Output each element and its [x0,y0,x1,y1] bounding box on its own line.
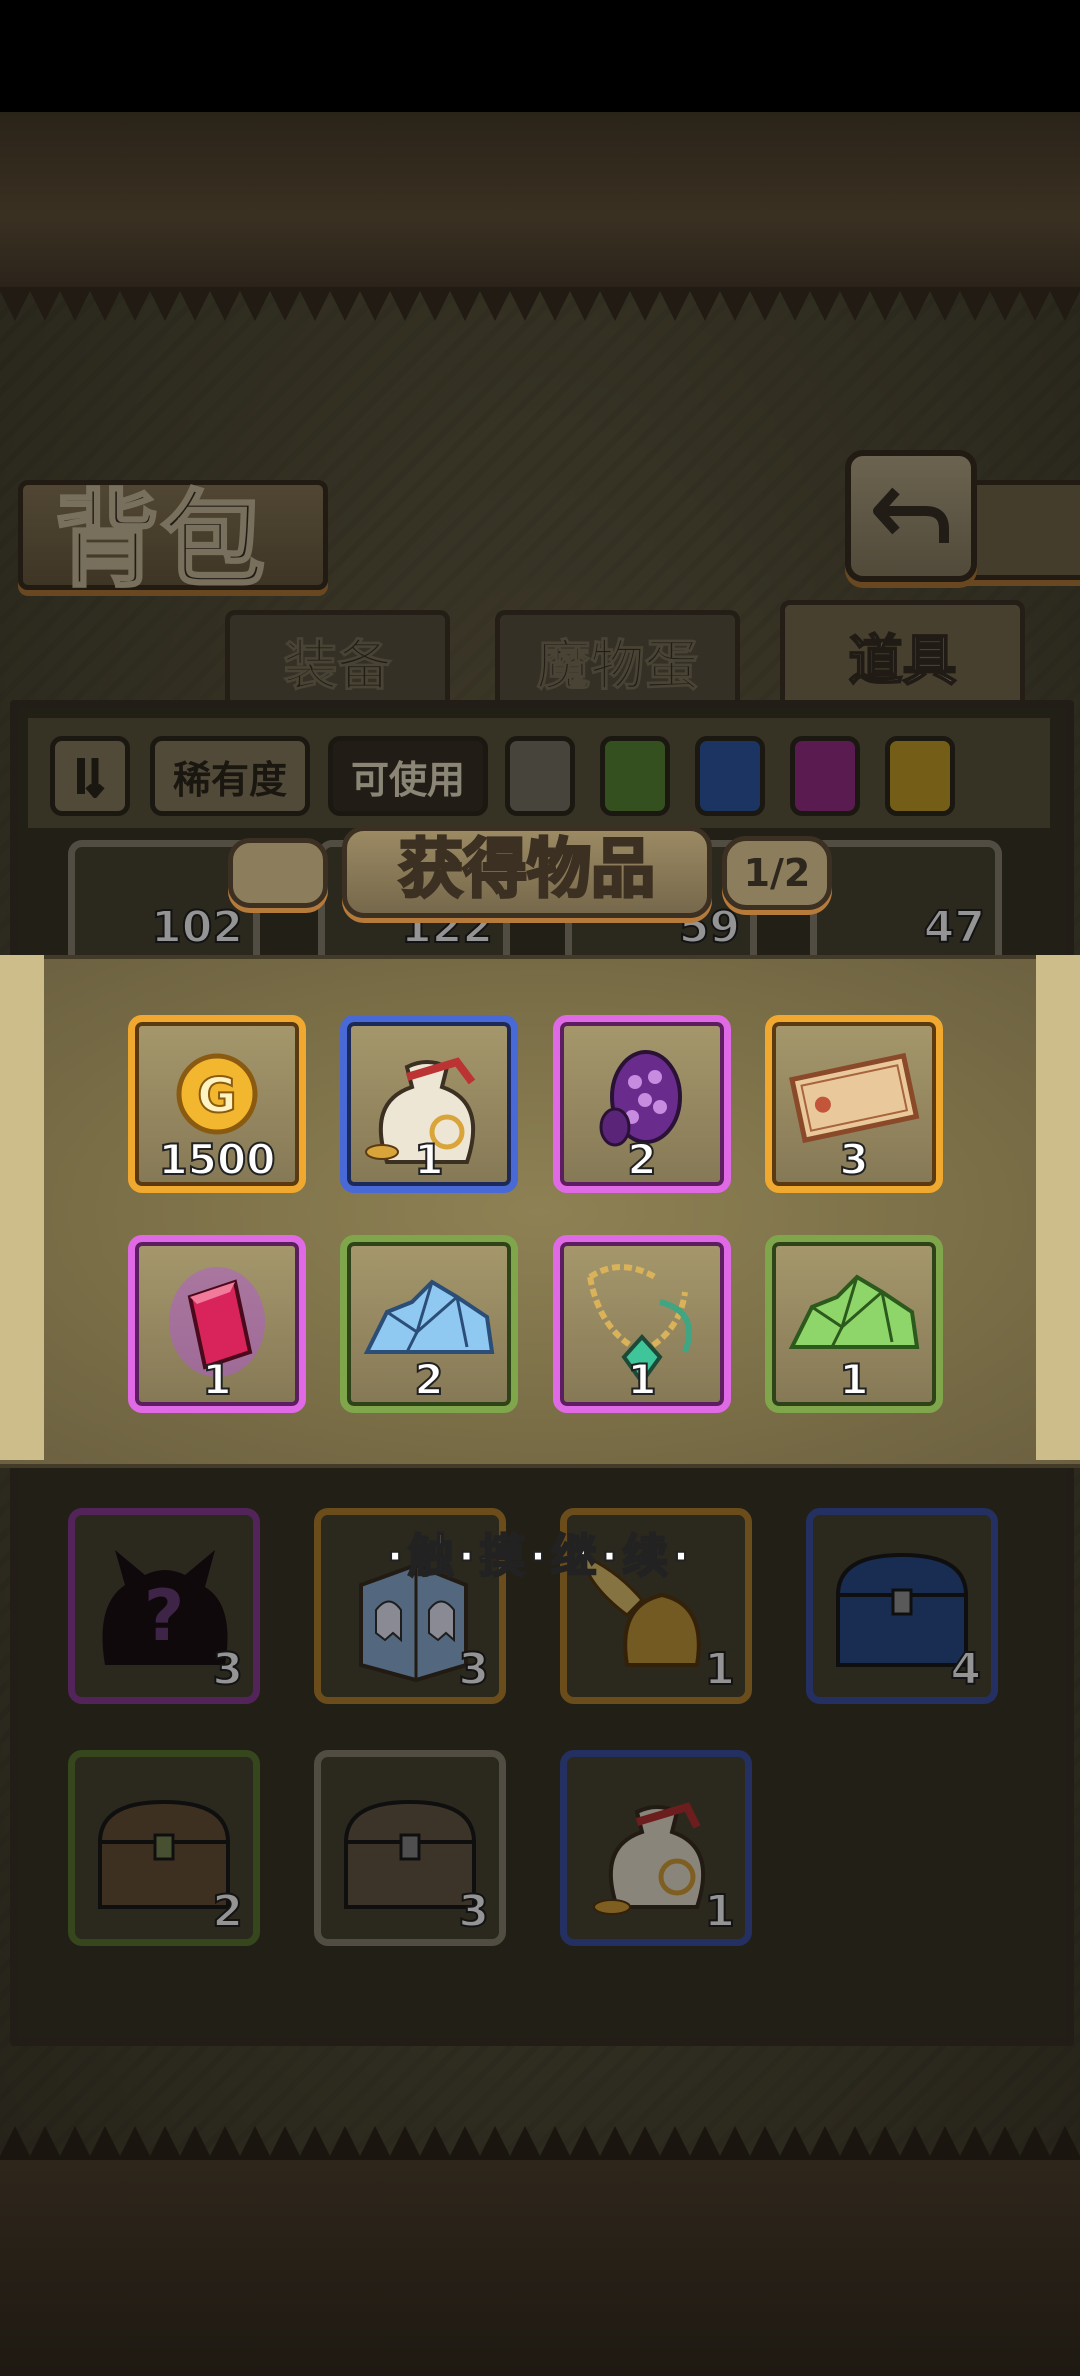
reward-quantity: 2 [413,1354,444,1405]
reward-title: 获得物品 [398,832,657,909]
reward-quantity: 3 [838,1134,869,1185]
band-right-edge [1036,955,1080,1460]
reward-quantity: 1 [626,1354,657,1405]
reward-item: 2 [553,1015,731,1193]
reward-item: 2 [340,1235,518,1413]
reward-item: 1 [765,1235,943,1413]
reward-item: 1 [340,1015,518,1193]
band-left-edge [0,955,44,1460]
reward-quantity: 1500 [158,1134,277,1185]
reward-quantity: 1 [838,1354,869,1405]
reward-quantity: 1 [201,1354,232,1405]
reward-quantity: 2 [626,1134,657,1185]
reward-item: 3 [765,1015,943,1193]
top-wood-border [0,112,1080,287]
reward-title-ornament [228,838,328,908]
touch-to-continue-hint: ·触·摸·继·续· [385,1528,694,1584]
reward-item: 1 [128,1235,306,1413]
reward-item: G 1500 [128,1015,306,1193]
reward-page-indicator: 1/2 [722,836,832,910]
bottom-wood-border [0,2160,1080,2376]
status-bar [0,0,1080,112]
reward-item: 1 [553,1235,731,1413]
svg-text:G: G [197,1068,236,1124]
reward-quantity: 1 [413,1134,444,1185]
